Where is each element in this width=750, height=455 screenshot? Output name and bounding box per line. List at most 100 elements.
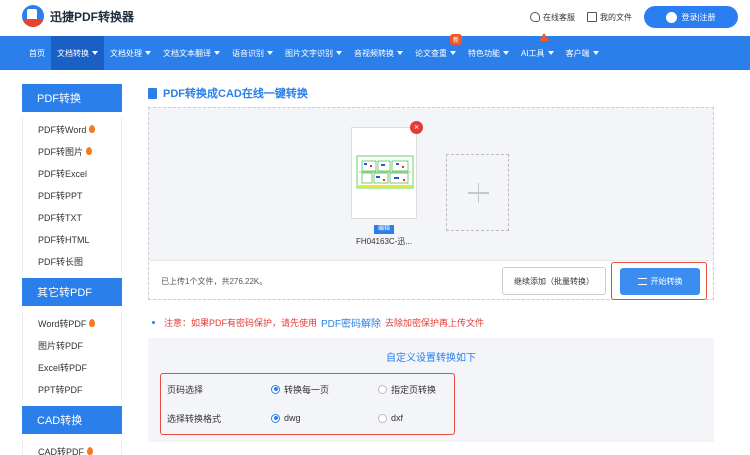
- sidebar-item-label: Word转PDF: [38, 318, 87, 329]
- chevron-down-icon: [547, 51, 554, 55]
- sidebar-item-label: Excel转PDF: [38, 362, 88, 373]
- top-header: 迅捷PDF转换器 在线客服 我的文件 登录|注册: [0, 0, 750, 34]
- online-service-link[interactable]: 在线客服: [530, 12, 575, 23]
- file-icon: [587, 12, 597, 22]
- fire-icon: [87, 447, 94, 455]
- nav-label: 文档处理: [110, 48, 142, 58]
- nav-speech[interactable]: 语音识别: [226, 36, 279, 70]
- sidebar-item-pdf-image[interactable]: PDF转图片: [22, 140, 122, 162]
- nav-label: AI工具: [521, 48, 545, 58]
- sidebar-item-cad-pdf[interactable]: CAD转PDF: [22, 440, 122, 455]
- file-thumbnail[interactable]: [351, 127, 417, 219]
- nav-home[interactable]: 首页: [23, 36, 51, 70]
- nav-plagiarism[interactable]: 论文查重新: [409, 34, 462, 70]
- sidebar-item-pdf-txt[interactable]: PDF转TXT: [22, 206, 122, 228]
- sidebar-item-label: PDF转Word: [38, 124, 87, 135]
- pdf-unlock-link[interactable]: PDF密码解除: [321, 315, 381, 330]
- nav-label: 文档转换: [57, 48, 89, 58]
- chevron-down-icon: [145, 51, 151, 55]
- sidebar-group-to-pdf[interactable]: 其它转PDF: [22, 278, 122, 306]
- plus-icon-vertical: [477, 183, 479, 203]
- nav-doc-process[interactable]: 文档处理: [104, 36, 157, 70]
- sidebar-item-label: PDF转Excel: [38, 168, 88, 179]
- page-title-text: PDF转换成CAD在线一键转换: [163, 88, 308, 100]
- nav-ai-tools[interactable]: AI工具: [515, 33, 560, 70]
- radio-specific-pages[interactable]: 指定页转换: [378, 383, 485, 396]
- chevron-down-icon: [267, 51, 273, 55]
- nav-label: 语音识别: [232, 48, 264, 58]
- chevron-down-icon: [92, 51, 98, 55]
- my-files-link[interactable]: 我的文件: [587, 12, 632, 23]
- nav-label: 文档文本翻译: [163, 48, 211, 58]
- page-title: PDF转换成CAD在线一键转换: [148, 85, 308, 101]
- nav-doc-convert[interactable]: 文档转换: [51, 36, 104, 70]
- nav-client[interactable]: 客户端: [560, 36, 605, 70]
- chevron-down-icon: [214, 51, 220, 55]
- sidebar-item-pdf-word[interactable]: PDF转Word: [22, 118, 122, 140]
- nav-label: 图片文字识别: [285, 48, 333, 58]
- sidebar-item-image-pdf[interactable]: 图片转PDF: [22, 334, 122, 356]
- headset-icon: [530, 12, 540, 22]
- hot-marker-icon: [539, 33, 549, 41]
- document-icon: [148, 87, 157, 99]
- format-selection-label: 选择转换格式: [167, 413, 222, 424]
- chevron-down-icon: [336, 51, 342, 55]
- sidebar-item-pdf-html[interactable]: PDF转HTML: [22, 228, 122, 250]
- chevron-down-icon: [503, 51, 509, 55]
- radio-label: 转换每一页: [284, 384, 330, 395]
- upload-panel: × 编辑 FH04163C-迅... 已上传1个文件，共276.22K。 继续添…: [148, 107, 714, 300]
- sidebar-item-label: PDF转长图: [38, 256, 84, 267]
- radio-label: 指定页转换: [391, 384, 437, 395]
- header-actions: 在线客服 我的文件 登录|注册: [530, 6, 738, 28]
- start-button-highlight: 开始转换: [611, 262, 707, 300]
- format-selection-row: 选择转换格式 dwg dxf: [167, 409, 485, 427]
- login-button[interactable]: 登录|注册: [644, 6, 738, 28]
- fire-icon: [89, 125, 96, 133]
- nav-av-convert[interactable]: 音视频转换: [348, 36, 409, 70]
- sidebar-item-label: PDF转TXT: [38, 212, 82, 223]
- sidebar-item-label: PDF转PPT: [38, 190, 83, 201]
- upload-dropzone[interactable]: × 编辑 FH04163C-迅...: [149, 108, 713, 260]
- sidebar-item-label: PDF转HTML: [38, 234, 90, 245]
- add-file-button[interactable]: [446, 154, 509, 231]
- page-selection-label: 页码选择: [167, 384, 204, 395]
- nav-translate[interactable]: 文档文本翻译: [157, 36, 226, 70]
- nav-ocr[interactable]: 图片文字识别: [279, 36, 348, 70]
- start-convert-label: 开始转换: [650, 277, 683, 286]
- logo[interactable]: 迅捷PDF转换器: [22, 5, 134, 27]
- radio-format-dwg[interactable]: dwg: [271, 413, 378, 423]
- sidebar-item-excel-pdf[interactable]: Excel转PDF: [22, 356, 122, 378]
- my-files-label: 我的文件: [600, 12, 632, 22]
- radio-format-dxf[interactable]: dxf: [378, 413, 485, 423]
- login-label: 登录|注册: [681, 12, 716, 22]
- sidebar-group-cad[interactable]: CAD转换: [22, 406, 122, 434]
- radio-convert-all-pages[interactable]: 转换每一页: [271, 383, 378, 396]
- password-note: 注意：如果PDF有密码保护，请先使用 PDF密码解除 去除加密保护再上传文件: [152, 315, 484, 330]
- settings-panel: 自定义设置转换如下 页码选择 转换每一页 指定页转换 选择转换格式 dwg dx…: [148, 338, 714, 442]
- note-prefix: 注意：如果PDF有密码保护，请先使用: [164, 318, 318, 328]
- nav-label: 客户端: [565, 48, 590, 58]
- sidebar-item-label: 图片转PDF: [38, 340, 84, 351]
- nav-features[interactable]: 特色功能: [462, 36, 515, 70]
- delete-file-button[interactable]: ×: [410, 121, 423, 134]
- radio-unchecked-icon: [378, 413, 387, 423]
- sidebar-item-ppt-pdf[interactable]: PPT转PDF: [22, 378, 122, 400]
- bullet-icon: [152, 321, 155, 324]
- nav-label: 音视频转换: [354, 48, 394, 58]
- edit-file-button[interactable]: 编辑: [374, 225, 394, 234]
- chevron-down-icon: [592, 51, 599, 55]
- upload-status-text: 已上传1个文件，共276.22K。: [161, 277, 268, 286]
- start-convert-button[interactable]: 开始转换: [620, 268, 700, 295]
- sidebar-item-word-pdf[interactable]: Word转PDF: [22, 312, 122, 334]
- page-selection-row: 页码选择 转换每一页 指定页转换: [167, 380, 485, 398]
- swap-icon: [637, 278, 647, 285]
- nav-label: 特色功能: [468, 48, 500, 58]
- sidebar-item-pdf-excel[interactable]: PDF转Excel: [22, 162, 122, 184]
- user-icon: [666, 11, 678, 23]
- sidebar-item-pdf-longimage[interactable]: PDF转长图: [22, 250, 122, 272]
- chevron-down-icon: [397, 51, 403, 55]
- sidebar-group-pdf-convert[interactable]: PDF转换: [22, 84, 122, 112]
- logo-text: 迅捷PDF转换器: [50, 9, 135, 24]
- sidebar-item-pdf-ppt[interactable]: PDF转PPT: [22, 184, 122, 206]
- batch-add-button[interactable]: 继续添加（批量转换）: [502, 267, 606, 295]
